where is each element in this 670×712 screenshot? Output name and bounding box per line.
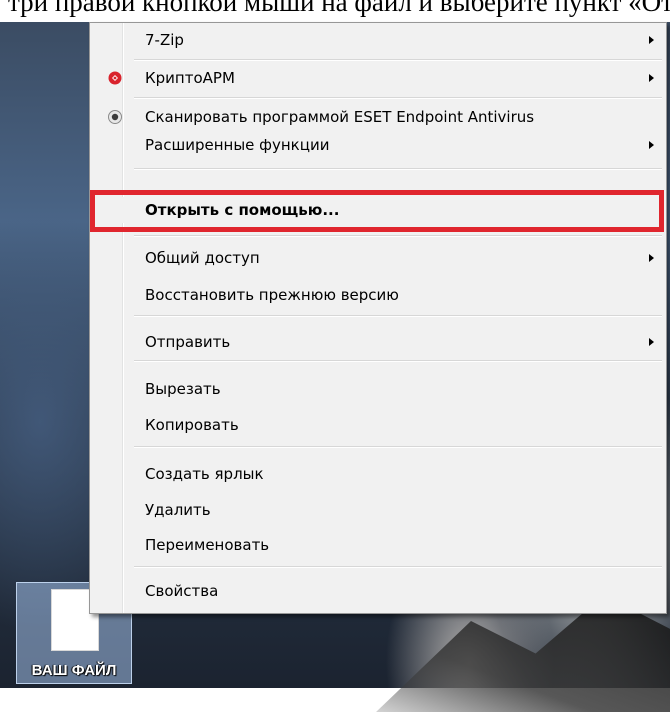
submenu-arrow-icon — [649, 36, 654, 44]
menu-item-advanced[interactable]: Расширенные функции — [92, 132, 664, 158]
menu-separator — [134, 566, 662, 568]
context-menu: 7-Zip КриптоАРМ Сканировать программой E… — [89, 22, 667, 614]
document-cut-text: три правой кнопкой мыши на файл и выбери… — [8, 0, 670, 17]
menu-separator — [134, 315, 662, 317]
menu-item-copy[interactable]: Копировать — [92, 412, 664, 438]
menu-item-rename[interactable]: Переименовать — [92, 532, 664, 558]
menu-item-label: Копировать — [145, 416, 239, 434]
menu-item-label: Удалить — [145, 501, 211, 519]
menu-item-properties[interactable]: Свойства — [92, 578, 664, 604]
menu-item-label: Отправить — [145, 333, 231, 351]
submenu-arrow-icon — [649, 141, 654, 149]
menu-item-send-to[interactable]: Отправить — [92, 329, 664, 355]
menu-item-share[interactable]: Общий доступ — [92, 245, 664, 271]
menu-separator — [134, 168, 662, 170]
menu-item-restore-version[interactable]: Восстановить прежнюю версию — [92, 282, 664, 308]
desktop-file-label: ВАШ ФАЙЛ — [31, 662, 117, 679]
menu-item-eset-scan[interactable]: Сканировать программой ESET Endpoint Ant… — [92, 104, 664, 130]
open-with-highlight-frame — [90, 190, 664, 232]
submenu-arrow-icon — [649, 74, 654, 82]
menu-item-label: КриптоАРМ — [145, 69, 235, 87]
submenu-arrow-icon — [649, 338, 654, 346]
menu-item-label: Вырезать — [145, 380, 221, 398]
menu-item-cut[interactable]: Вырезать — [92, 376, 664, 402]
menu-separator — [134, 446, 662, 448]
eset-icon — [108, 110, 122, 124]
menu-separator — [134, 360, 662, 362]
menu-separator — [134, 59, 662, 61]
menu-item-cryptoarm[interactable]: КриптоАРМ — [92, 65, 664, 91]
menu-item-label: Расширенные функции — [145, 136, 330, 154]
menu-item-7zip[interactable]: 7-Zip — [92, 27, 664, 53]
menu-item-label: 7-Zip — [145, 31, 184, 49]
menu-separator — [134, 97, 662, 99]
document-text-strip: три правой кнопкой мыши на файл и выбери… — [0, 0, 670, 22]
cryptoarm-icon — [108, 71, 122, 85]
menu-item-label: Восстановить прежнюю версию — [145, 286, 399, 304]
menu-item-label: Общий доступ — [145, 249, 260, 267]
menu-item-label: Создать ярлык — [145, 465, 264, 483]
menu-item-create-shortcut[interactable]: Создать ярлык — [92, 461, 664, 487]
menu-item-label: Переименовать — [145, 536, 270, 554]
submenu-arrow-icon — [649, 254, 654, 262]
menu-item-delete[interactable]: Удалить — [92, 497, 664, 523]
menu-item-label: Сканировать программой ESET Endpoint Ant… — [145, 108, 535, 126]
menu-separator — [134, 235, 662, 237]
menu-item-label: Свойства — [145, 582, 219, 600]
